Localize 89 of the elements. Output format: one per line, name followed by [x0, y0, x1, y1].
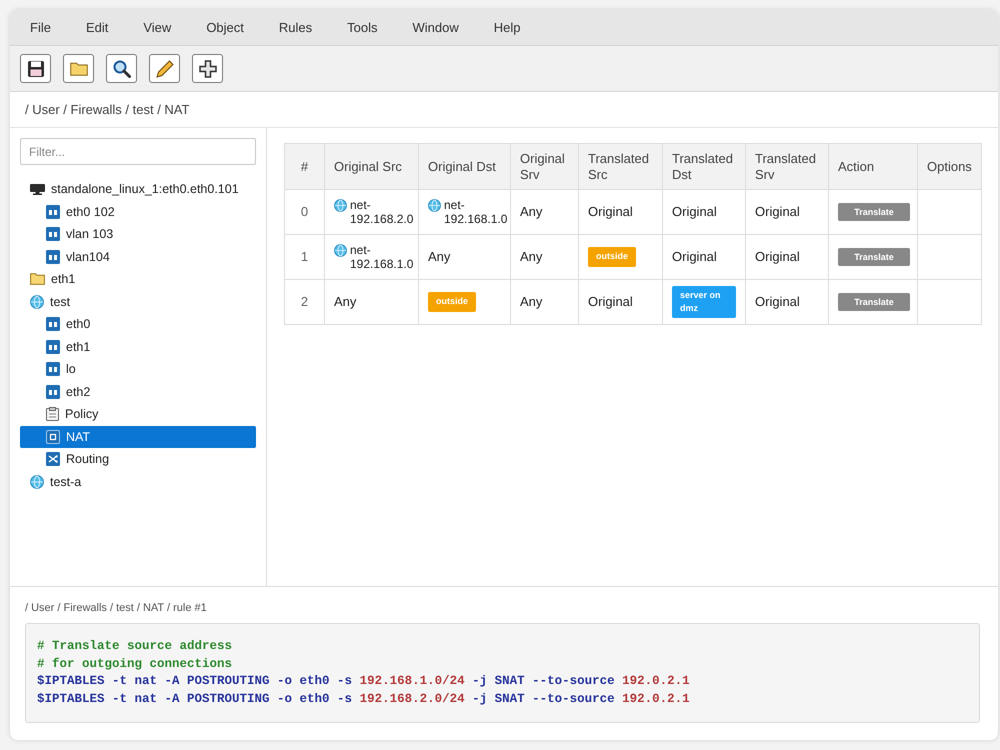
- clipboard-icon: [46, 407, 59, 422]
- object-tag: outside: [428, 292, 476, 312]
- object-name: net-192.168.1.0: [444, 198, 506, 226]
- object-name: net-192.168.1.0: [350, 242, 414, 272]
- search-button[interactable]: [106, 54, 137, 83]
- menu-item[interactable]: Object: [206, 20, 244, 35]
- rule-breadcrumb: / User / Firewalls / test / NAT / rule #1: [25, 602, 207, 614]
- breadcrumb: / User / Firewalls / test / NAT: [25, 102, 190, 117]
- globe-icon: [30, 474, 44, 489]
- table-cell: 0: [284, 190, 324, 234]
- table-cell: Original: [746, 280, 828, 324]
- menu-item[interactable]: File: [30, 20, 51, 35]
- column-header: Action: [828, 144, 918, 190]
- object-name: net-192.168.2.0: [350, 198, 414, 226]
- port-icon: [46, 317, 60, 332]
- plus-icon: [198, 60, 216, 78]
- folder-icon: [30, 273, 45, 286]
- globe-icon: [334, 198, 347, 212]
- tree-item[interactable]: eth1: [20, 336, 256, 358]
- tree-item[interactable]: standalone_linux_1:eth0.eth0.101: [20, 178, 256, 200]
- table-cell: Original: [662, 190, 746, 234]
- tree-item[interactable]: eth0 102: [20, 200, 256, 223]
- code-line: $IPTABLES -t nat -A POSTROUTING -o eth0 -s 192.168.2.0/24 -j SNAT --to-source 192.0.2.1: [37, 690, 690, 708]
- tree-item[interactable]: eth0: [20, 313, 256, 336]
- menu-item[interactable]: Window: [412, 20, 459, 35]
- column-header: Translated Dst: [662, 144, 746, 190]
- tree-item[interactable]: Routing: [20, 448, 256, 470]
- tree-item[interactable]: eth1: [20, 268, 256, 290]
- frame-icon: [46, 430, 60, 444]
- tree-item[interactable]: lo: [20, 358, 256, 380]
- translate-button[interactable]: Translate: [838, 203, 910, 221]
- column-header: Original Srv: [510, 144, 578, 190]
- column-header: Original Dst: [418, 144, 510, 190]
- globe-icon: [334, 244, 347, 257]
- menu-item[interactable]: View: [143, 20, 172, 35]
- table-cell: Original: [662, 234, 746, 280]
- table-cell: Any: [510, 190, 578, 234]
- filter-field[interactable]: Filter...: [20, 138, 256, 165]
- table-cell: Original: [578, 280, 662, 324]
- tree-item[interactable]: test: [20, 290, 256, 313]
- port-icon: [46, 362, 60, 376]
- tree-item[interactable]: NAT: [20, 426, 256, 448]
- tree-item[interactable]: test-a: [20, 470, 256, 493]
- monitor-icon: [30, 184, 45, 195]
- folder-icon: [70, 62, 88, 76]
- save-icon: [26, 60, 44, 78]
- pencil-icon: [156, 60, 174, 78]
- menu-item[interactable]: Edit: [86, 20, 108, 35]
- column-header: Options: [918, 144, 982, 190]
- port-icon: [46, 384, 60, 399]
- code-line: # for outgoing connections: [37, 656, 232, 672]
- add-button[interactable]: [192, 54, 223, 83]
- menu-item[interactable]: Rules: [278, 20, 312, 35]
- code-line: # Translate source address: [37, 638, 232, 655]
- table-cell: Original: [746, 190, 828, 234]
- table-cell: Original: [746, 234, 828, 280]
- object-tag: outside: [588, 247, 636, 267]
- edit-button[interactable]: [149, 54, 180, 83]
- table-cell: Any: [418, 234, 510, 280]
- column-header: #: [284, 144, 324, 190]
- object-tag: server on dmz: [672, 286, 736, 318]
- globe-icon: [30, 294, 44, 309]
- code-line: $IPTABLES -t nat -A POSTROUTING -o eth0 -s 192.168.1.0/24 -j SNAT --to-source 192.0.2.1: [37, 673, 690, 690]
- translate-button[interactable]: Translate: [838, 293, 910, 311]
- table-cell: Original: [578, 190, 662, 234]
- table-cell: 2: [284, 280, 324, 324]
- tree-item[interactable]: vlan 103: [20, 223, 256, 246]
- menu-item[interactable]: Help: [494, 20, 520, 35]
- shuffle-icon: [46, 452, 60, 466]
- column-header: Translated Srv: [746, 144, 828, 190]
- translate-button[interactable]: Translate: [838, 248, 910, 266]
- table-cell: Any: [324, 280, 418, 324]
- search-icon: [112, 60, 130, 78]
- tree-item[interactable]: Policy: [20, 403, 256, 426]
- port-icon: [46, 227, 60, 242]
- port-icon: [46, 340, 60, 354]
- table-cell: 1: [284, 234, 324, 280]
- save-button[interactable]: [20, 54, 51, 83]
- tree-item[interactable]: eth2: [20, 380, 256, 403]
- column-header: Translated Src: [578, 144, 662, 190]
- port-icon: [46, 250, 60, 264]
- open-button[interactable]: [63, 54, 94, 83]
- tree-item[interactable]: vlan104: [20, 246, 256, 268]
- column-header: Original Src: [324, 144, 418, 190]
- table-cell: Any: [510, 280, 578, 324]
- globe-icon: [428, 198, 441, 212]
- menu-item[interactable]: Tools: [347, 20, 378, 35]
- port-icon: [46, 204, 60, 219]
- table-cell: Any: [510, 234, 578, 280]
